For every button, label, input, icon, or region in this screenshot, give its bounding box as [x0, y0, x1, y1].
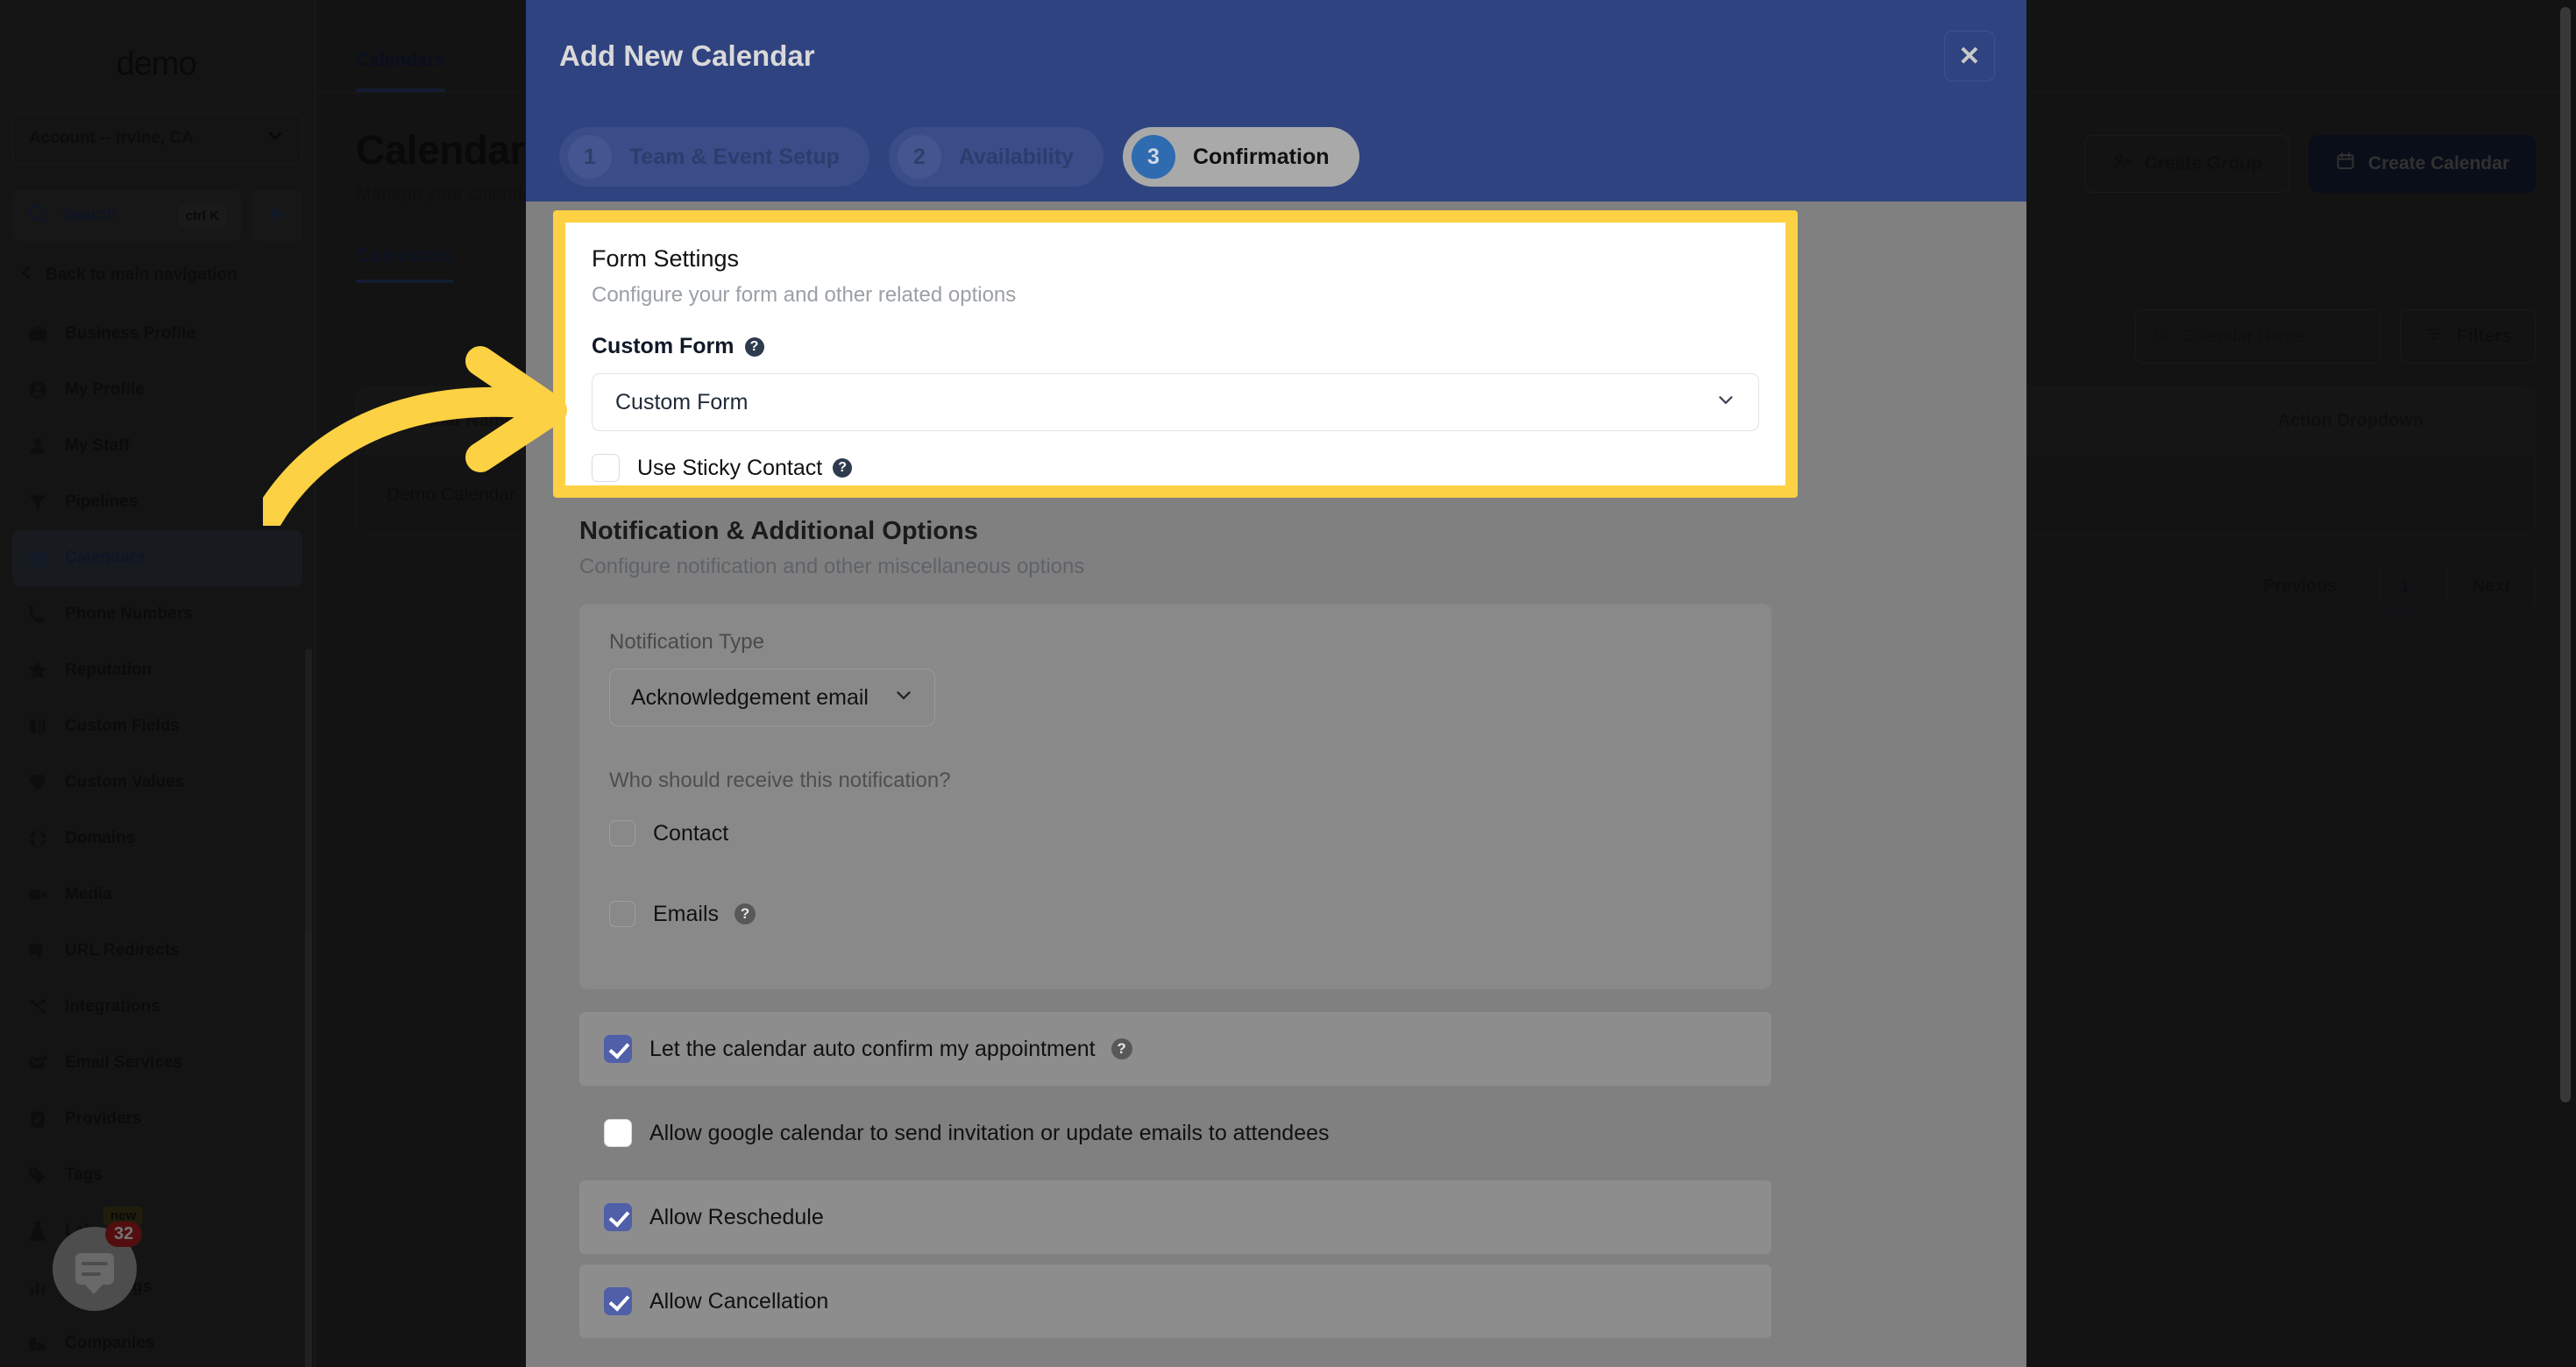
close-icon[interactable]: ✕	[1944, 31, 1995, 81]
modal-body: Form Settings Configure your form and ot…	[526, 202, 2026, 1367]
step-label: Confirmation	[1192, 144, 1330, 169]
custom-form-value: Custom Form	[615, 389, 749, 414]
step-number: 1	[568, 135, 612, 179]
option-label-wrap: Allow Reschedule	[649, 1205, 824, 1230]
custom-form-label-row: Custom Form ?	[592, 334, 1759, 359]
form-settings-highlight: Form Settings Configure your form and ot…	[553, 210, 1798, 498]
option-row-1[interactable]: Allow google calendar to send invitation…	[579, 1096, 1771, 1170]
step-3[interactable]: 3 Confirmation	[1122, 127, 1359, 187]
form-settings-subtitle: Configure your form and other related op…	[592, 283, 1017, 307]
additional-options-list: Let the calendar auto confirm my appoint…	[579, 1012, 1771, 1338]
option-checkbox[interactable]	[604, 1287, 632, 1315]
custom-form-select[interactable]: Custom Form	[592, 373, 1759, 431]
notification-type-value: Acknowledgement email	[631, 684, 869, 710]
recipients-list: Contact Emails?	[609, 793, 1742, 954]
step-number: 3	[1131, 135, 1175, 179]
modal-header: Add New Calendar ✕	[526, 0, 2026, 112]
custom-form-label: Custom Form	[592, 334, 734, 358]
step-1[interactable]: 1 Team & Event Setup	[559, 127, 869, 187]
option-label-wrap: Allow google calendar to send invitation…	[649, 1121, 1330, 1146]
screen: demo. Account -- Irvine, CA Search ctrl …	[0, 0, 2576, 1367]
recipients-label: Who should receive this notification?	[609, 768, 951, 792]
chevron-down-icon	[892, 684, 915, 712]
notification-subtitle: Configure notification and other miscell…	[579, 555, 1085, 578]
option-label: Allow google calendar to send invitation…	[649, 1120, 1330, 1145]
notification-section: Notification & Additional Options Config…	[579, 517, 1771, 1349]
option-label: Let the calendar auto confirm my appoint…	[649, 1036, 1096, 1061]
step-number: 2	[897, 135, 941, 179]
option-checkbox[interactable]	[604, 1119, 632, 1147]
recipient-checkbox[interactable]	[609, 901, 635, 927]
chevron-down-icon	[1714, 388, 1737, 417]
sticky-contact-label-wrap: Use Sticky Contact ?	[637, 455, 853, 481]
recipient-label: Emails	[653, 901, 720, 926]
recipient-label-wrap: Contact	[653, 821, 728, 846]
form-settings-card: Form Settings Configure your form and ot…	[565, 223, 1785, 485]
sticky-contact-row[interactable]: Use Sticky Contact ?	[592, 454, 1759, 482]
form-settings-title: Form Settings	[592, 245, 740, 272]
modal-title: Add New Calendar	[559, 39, 815, 72]
option-row-0[interactable]: Let the calendar auto confirm my appoint…	[579, 1012, 1771, 1086]
help-icon[interactable]: ?	[744, 336, 764, 357]
recipient-row-emails[interactable]: Emails?	[609, 874, 1742, 954]
step-label: Availability	[958, 144, 1074, 169]
sticky-contact-label: Use Sticky Contact	[637, 455, 823, 480]
option-checkbox[interactable]	[604, 1035, 632, 1063]
option-label-wrap: Let the calendar auto confirm my appoint…	[649, 1037, 1132, 1062]
notification-panel: Notification Type Acknowledgement email …	[579, 604, 1771, 989]
option-row-2[interactable]: Allow Reschedule	[579, 1180, 1771, 1254]
step-label: Team & Event Setup	[629, 144, 840, 169]
option-row-3[interactable]: Allow Cancellation	[579, 1264, 1771, 1338]
notification-type-select[interactable]: Acknowledgement email	[609, 669, 935, 726]
notification-type-label: Notification Type	[609, 630, 764, 654]
option-label: Allow Cancellation	[649, 1288, 829, 1314]
help-icon[interactable]: ?	[1111, 1038, 1132, 1059]
recipient-row-contact[interactable]: Contact	[609, 793, 1742, 874]
step-2[interactable]: 2 Availability	[888, 127, 1103, 187]
recipient-label: Contact	[653, 820, 729, 846]
recipient-checkbox[interactable]	[609, 820, 635, 846]
sticky-contact-checkbox[interactable]	[592, 454, 620, 482]
help-icon[interactable]: ?	[734, 903, 756, 924]
modal-stepper: 1 Team & Event Setup 2 Availability 3 Confirm…	[526, 112, 2026, 202]
option-checkbox[interactable]	[604, 1203, 632, 1231]
notification-title: Notification & Additional Options	[579, 517, 978, 545]
option-label: Allow Reschedule	[649, 1204, 824, 1229]
recipient-label-wrap: Emails?	[653, 902, 756, 927]
option-label-wrap: Allow Cancellation	[649, 1289, 828, 1314]
help-icon[interactable]: ?	[833, 458, 853, 478]
add-new-calendar-modal: Add New Calendar ✕ 1 Team & Event Setup 2 A…	[526, 0, 2026, 1367]
